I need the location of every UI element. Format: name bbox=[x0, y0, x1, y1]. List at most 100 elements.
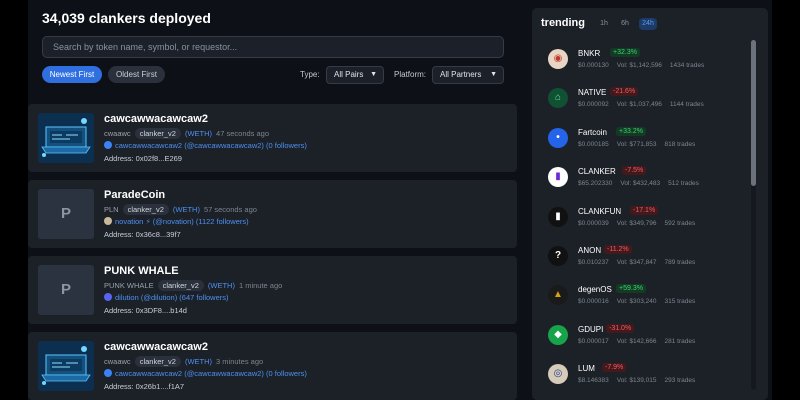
pair-label: (WETH) bbox=[184, 129, 213, 138]
sort-oldest-button[interactable]: Oldest First bbox=[108, 66, 165, 83]
type-filter-label: Type: bbox=[300, 70, 320, 79]
token-logo-icon: ◎ bbox=[548, 364, 568, 385]
version-badge: clanker_v2 bbox=[122, 204, 169, 215]
requestor-text: cawcawwacawcaw2 (@cawcawwacawcaw2) (0 fo… bbox=[115, 369, 307, 378]
search-input[interactable]: Search by token name, symbol, or request… bbox=[42, 36, 504, 58]
type-filter-select[interactable]: All Pairs ▼ bbox=[326, 66, 384, 84]
change-badge: -11.2% bbox=[604, 245, 632, 254]
token-logo-icon: ◆ bbox=[548, 324, 568, 345]
token-address[interactable]: Address: 0x02f8...E269 bbox=[104, 154, 182, 163]
token-meta: PLN clanker_v2 (WETH) 57 seconds ago bbox=[104, 204, 257, 215]
trending-item[interactable]: ◉ BNKR +32.3% $0.000130 Vol: $1,142,596 1434 … bbox=[532, 41, 747, 79]
platform-filter-select[interactable]: All Partners ▼ bbox=[432, 66, 504, 84]
version-badge: clanker_v2 bbox=[134, 128, 181, 139]
token-card[interactable]: P ParadeCoin PLN clanker_v2 (WETH) 57 seconds… bbox=[28, 180, 517, 248]
deploy-time: 47 seconds ago bbox=[216, 129, 270, 138]
token-thumbnail: P bbox=[38, 265, 94, 315]
token-price: $0.000017 bbox=[578, 337, 609, 345]
tab-1h[interactable]: 1h bbox=[598, 18, 610, 30]
trending-panel: trending 1h 6h 24h ◉ BNKR +32.3% $0.000130 V… bbox=[532, 8, 768, 400]
token-name[interactable]: cawcawwacawcaw2 bbox=[104, 341, 208, 353]
token-price: $0.000039 bbox=[578, 219, 609, 227]
requestor-link[interactable]: cawcawwacawcaw2 (@cawcawwacawcaw2) (0 fo… bbox=[104, 141, 307, 150]
token-price: $8.146383 bbox=[578, 377, 609, 385]
trending-item[interactable]: ⌂ NATIVE -21.6% $0.000092 Vol: $1,037,496 114… bbox=[532, 80, 747, 118]
token-logo-icon: ? bbox=[548, 246, 568, 266]
trending-item[interactable]: ? ANON -11.2% $0.010237 Vol: $347,847 789 tra… bbox=[532, 238, 747, 276]
token-trades: 592 trades bbox=[664, 219, 696, 227]
trending-item[interactable]: ▮ CLANKFUN -17.1% $0.000039 Vol: $349,796 592… bbox=[532, 199, 747, 237]
requestor-avatar-icon bbox=[104, 217, 112, 225]
token-trades: 1434 trades bbox=[669, 62, 705, 69]
platform-filter-label: Platform: bbox=[394, 70, 427, 79]
token-price: $0.010237 bbox=[578, 259, 609, 266]
token-thumbnail: P bbox=[38, 189, 94, 239]
trending-token-name: CLANKFUN bbox=[578, 206, 622, 216]
pair-label: (WETH) bbox=[184, 357, 213, 366]
trending-item[interactable]: ◆ GDUPI -31.0% $0.000017 Vol: $142,666 281 tr… bbox=[532, 317, 747, 355]
token-name[interactable]: cawcawwacawcaw2 bbox=[104, 113, 208, 125]
token-volume: Vol: $432,483 bbox=[620, 180, 661, 188]
token-logo-icon: ▮ bbox=[548, 167, 568, 188]
token-symbol: PUNK WHALE bbox=[104, 281, 154, 290]
token-logo-icon: ⌂ bbox=[548, 88, 568, 109]
trending-item[interactable]: ▮ CLANKER -7.5% $65.202330 Vol: $432,483 512 … bbox=[532, 159, 747, 197]
tab-24h[interactable]: 24h bbox=[639, 18, 657, 30]
platform-filter-value: All Partners bbox=[440, 70, 482, 79]
token-symbol: cwaawc bbox=[104, 129, 131, 138]
token-trades: 293 trades bbox=[664, 377, 696, 385]
token-price: $0.000016 bbox=[578, 298, 609, 306]
left-frame bbox=[0, 0, 28, 400]
trending-token-name: GDUPI bbox=[578, 324, 604, 334]
token-logo-icon: ◉ bbox=[548, 49, 568, 69]
trending-item[interactable]: ▲ degenOS +59.3% $0.000016 Vol: $303,240 315 … bbox=[532, 277, 747, 315]
requestor-link[interactable]: novation ⚡ (@novation) (1122 followers) bbox=[104, 217, 249, 226]
sort-newest-button[interactable]: Newest First bbox=[42, 66, 102, 83]
token-card[interactable]: P PUNK WHALE PUNK WHALE clanker_v2 (WETH) 1 m… bbox=[28, 256, 517, 324]
token-symbol: cwaawc bbox=[104, 357, 131, 366]
requestor-link[interactable]: dilution (@dilution) (647 followers) bbox=[104, 293, 229, 302]
right-frame bbox=[772, 0, 800, 400]
deploy-time: 1 minute ago bbox=[238, 281, 283, 290]
token-name[interactable]: PUNK WHALE bbox=[104, 265, 179, 277]
deploy-time: 57 seconds ago bbox=[203, 205, 257, 214]
requestor-text: cawcawwacawcaw2 (@cawcawwacawcaw2) (0 fo… bbox=[115, 141, 307, 150]
trending-token-name: CLANKER bbox=[578, 167, 616, 177]
token-volume: Vol: $1,142,596 bbox=[616, 62, 662, 69]
token-thumbnail bbox=[38, 341, 94, 391]
trending-scrollbar-thumb[interactable] bbox=[751, 40, 756, 186]
chevron-down-icon: ▼ bbox=[370, 71, 377, 78]
chevron-down-icon: ▼ bbox=[490, 71, 497, 78]
requestor-link[interactable]: cawcawwacawcaw2 (@cawcawwacawcaw2) (0 fo… bbox=[104, 369, 307, 378]
trending-item[interactable]: ◎ LUM -7.9% $8.146383 Vol: $139,015 293 trade… bbox=[532, 356, 747, 394]
requestor-avatar-icon bbox=[104, 369, 112, 377]
change-badge: -7.9% bbox=[602, 363, 627, 373]
token-card[interactable]: cawcawwacawcaw2 cwaawc clanker_v2 (WETH) 3 m… bbox=[28, 332, 517, 400]
trending-item[interactable]: • Fartcoin +33.2% $0.000185 Vol: $771,853 818… bbox=[532, 120, 747, 158]
token-name[interactable]: ParadeCoin bbox=[104, 189, 165, 201]
trending-token-name: NATIVE bbox=[578, 88, 607, 98]
token-symbol: PLN bbox=[104, 205, 119, 214]
deploy-time: 3 minutes ago bbox=[216, 357, 264, 366]
token-trades: 1144 trades bbox=[669, 101, 704, 109]
token-volume: Vol: $771,853 bbox=[616, 140, 657, 148]
trending-token-name: ANON bbox=[578, 246, 602, 255]
token-address[interactable]: Address: 0x3DF8....b14d bbox=[104, 306, 187, 315]
token-trades: 512 trades bbox=[668, 180, 699, 188]
trending-stats: $0.000092 Vol: $1,037,496 1144 trades bbox=[578, 101, 712, 108]
change-badge: +32.3% bbox=[610, 48, 640, 57]
token-address[interactable]: Address: 0x36c8...39f7 bbox=[104, 230, 181, 239]
token-card[interactable]: cawcawwacawcaw2 cwaawc clanker_v2 (WETH) 47 … bbox=[28, 104, 517, 172]
requestor-text: dilution (@dilution) (647 followers) bbox=[115, 293, 229, 302]
trending-token-name: degenOS bbox=[578, 285, 612, 295]
token-address[interactable]: Address: 0x26b1....f1A7 bbox=[104, 382, 184, 391]
token-meta: PUNK WHALE clanker_v2 (WETH) 1 minute ago bbox=[104, 280, 282, 291]
trending-token-name: LUM bbox=[578, 364, 595, 374]
pair-label: (WETH) bbox=[172, 205, 200, 214]
requestor-avatar-icon bbox=[104, 141, 112, 149]
token-trades: 315 trades bbox=[664, 298, 696, 306]
tab-6h[interactable]: 6h bbox=[618, 18, 632, 30]
type-filter-value: All Pairs bbox=[334, 70, 364, 79]
token-price: $65.202330 bbox=[578, 180, 613, 188]
token-volume: Vol: $142,666 bbox=[616, 337, 657, 345]
